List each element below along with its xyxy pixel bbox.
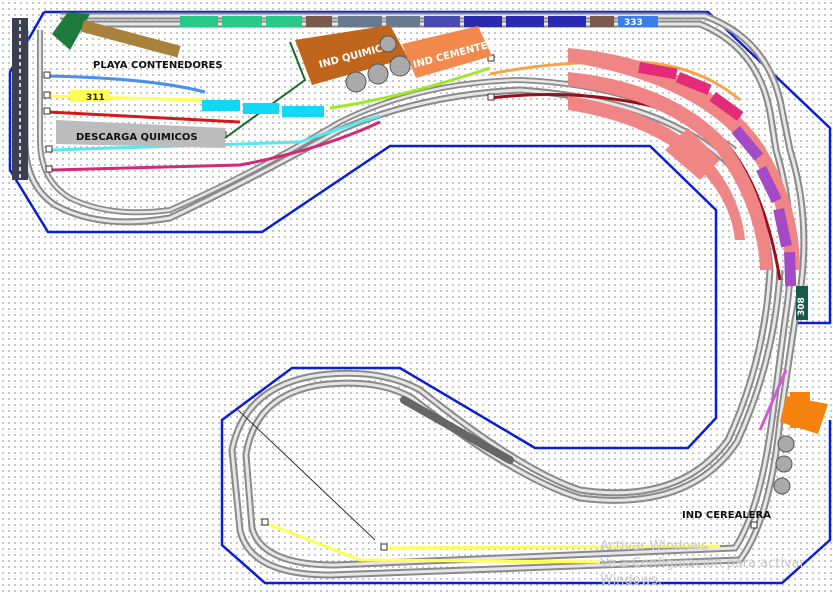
loco-308-label: 308 <box>797 297 807 316</box>
tunnel-segment <box>400 396 514 464</box>
ind-cementera-building: IND CEMENTERA <box>402 26 504 78</box>
siding-blue <box>47 74 206 94</box>
siding-red <box>47 110 241 124</box>
loco-333-label: 333 <box>624 18 643 28</box>
descarga-quimicos-label: DESCARGA QUIMICOS <box>76 132 198 143</box>
diagonal-spur <box>237 409 376 541</box>
watermark-line1: Activar Windows <box>600 539 708 554</box>
track-plan-diagram: 333 IND QUIMICA IND CEMENTERA 311 308 PL… <box>8 10 832 585</box>
playa-contenedores-label: PLAYA CONTENEDORES <box>93 60 223 71</box>
quimica-pipeline <box>224 41 307 139</box>
loco-311-label: 311 <box>86 93 105 103</box>
watermark-line2: Ve a Configuración para activar Windows. <box>600 556 805 588</box>
windows-activation-watermark: Activar Windows Ve a Configuración para … <box>600 538 830 589</box>
ind-cerealera-label: IND CEREALERA <box>682 510 771 521</box>
